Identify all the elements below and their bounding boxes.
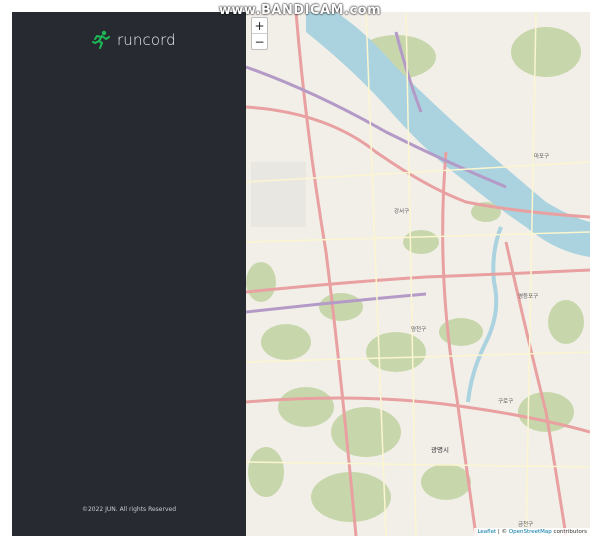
osm-link[interactable]: OpenStreetMap: [509, 529, 552, 535]
map-label: 영등포구: [518, 294, 539, 300]
runner-icon: [92, 30, 110, 49]
map-label: 양천구: [411, 327, 427, 333]
sidebar: runcord ©2022 JUN. All rights Reserved: [12, 12, 246, 536]
bandicam-watermark: www.BANDICAM.com: [218, 3, 382, 18]
zoom-control: + −: [251, 17, 268, 50]
attribution-separator: | ©: [496, 529, 509, 535]
map-tiles[interactable]: [246, 12, 590, 536]
map-label: 강서구: [394, 209, 410, 215]
map-label: 광명시: [431, 446, 449, 454]
brand-logo[interactable]: runcord: [92, 30, 176, 50]
airport-area: [251, 162, 306, 227]
zoom-in-button[interactable]: +: [252, 18, 267, 33]
brand-name: runcord: [117, 31, 176, 49]
app-frame: runcord ©2022 JUN. All rights Reserved 강…: [12, 12, 590, 536]
attribution-suffix: contributors: [551, 529, 587, 535]
map-label: 금천구: [518, 522, 534, 528]
copyright-footer: ©2022 JUN. All rights Reserved: [81, 506, 177, 513]
map-view[interactable]: 강서구 양천구 구로구 영등포구 마포구 광명시 금천구 + − Leaflet…: [246, 12, 590, 536]
zoom-out-button[interactable]: −: [252, 33, 267, 49]
leaflet-link[interactable]: Leaflet: [477, 529, 496, 535]
map-label: 구로구: [498, 399, 514, 405]
map-label: 마포구: [534, 154, 550, 160]
map-attribution: Leaflet | © OpenStreetMap contributors: [474, 528, 590, 536]
